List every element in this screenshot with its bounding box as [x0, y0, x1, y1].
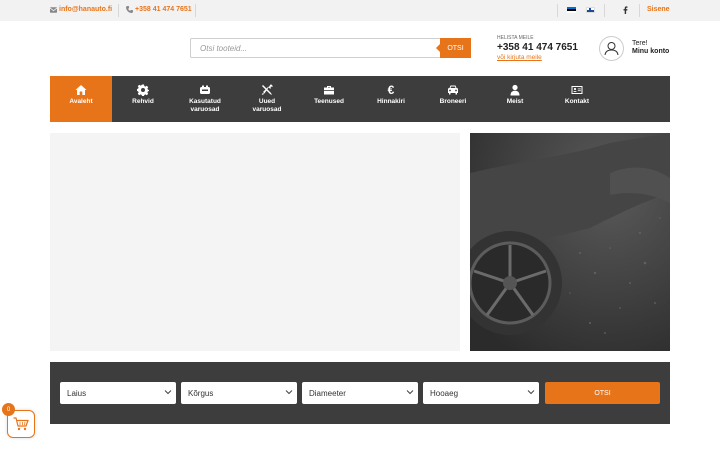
nav-item-label: Uued varuosad [252, 98, 282, 113]
nav-item-label: Teenused [314, 98, 344, 105]
select-value: Laius [67, 388, 87, 398]
chevron-down-icon [285, 390, 293, 395]
nav-item-rehvid[interactable]: Rehvid [112, 76, 174, 122]
season-select[interactable]: Hooaeg [423, 382, 539, 404]
user-icon [509, 83, 522, 96]
divider [118, 4, 119, 17]
contact-caption: HELISTA MEILE [497, 35, 534, 41]
finnish-flag-icon[interactable] [586, 7, 595, 13]
nav-item-meist[interactable]: Meist [484, 76, 546, 122]
cart-icon [13, 417, 29, 431]
main-nav: Avaleht Rehvid Kasutatud varuosad Uued v… [50, 76, 670, 122]
topbar-email-text[interactable]: info@hanauto.fi [59, 6, 112, 13]
chevron-down-icon [164, 390, 172, 395]
select-value: Diameeter [309, 388, 346, 398]
nav-item-label: Rehvid [132, 98, 154, 105]
estonian-flag-icon[interactable] [567, 7, 576, 13]
divider [557, 4, 558, 17]
search-bar: OTSI [190, 38, 471, 58]
nav-item-avaleht[interactable]: Avaleht [50, 76, 112, 122]
engine-icon [199, 83, 212, 96]
divider [195, 4, 196, 17]
chevron-down-icon [406, 390, 414, 395]
width-select[interactable]: Laius [60, 382, 176, 404]
topbar-phone-text[interactable]: +358 41 474 7651 [135, 6, 192, 13]
nav-item-teenused[interactable]: Teenused [298, 76, 360, 122]
home-icon [75, 83, 88, 96]
nav-item-kontakt[interactable]: Kontakt [546, 76, 608, 122]
height-select[interactable]: Kõrgus [181, 382, 297, 404]
login-link-text[interactable]: Sisene [647, 6, 670, 13]
divider [604, 4, 605, 17]
search-button[interactable]: OTSI [436, 38, 471, 58]
search-input[interactable] [191, 39, 441, 57]
topbar-email[interactable]: info@hanauto.fi [50, 6, 112, 13]
chevron-down-icon [527, 390, 535, 395]
account-link[interactable]: Minu konto [632, 48, 669, 55]
select-value: Hooaeg [430, 388, 459, 398]
nav-item-label: Kasutatud varuosad [189, 98, 221, 113]
topbar-phone[interactable]: +358 41 474 7651 [126, 6, 192, 13]
nav-item-hinnakiri[interactable]: € Hinnakiri [360, 76, 422, 122]
hero-slider-placeholder [50, 133, 460, 351]
nav-item-label: Meist [506, 98, 524, 105]
cart-count-badge: 0 [2, 403, 15, 416]
nav-item-label: Avaleht [69, 98, 93, 105]
tire-filter-bar: Laius Kõrgus Diameeter Hooaeg OTSI [50, 362, 670, 424]
filter-search-button[interactable]: OTSI [545, 382, 660, 404]
login-link[interactable]: Sisene [647, 6, 670, 13]
tools-icon [261, 83, 274, 96]
car-wash-image [470, 133, 670, 351]
select-value: Kõrgus [188, 388, 214, 398]
contact-phone[interactable]: +358 41 474 7651 [497, 42, 578, 53]
phone-icon [126, 6, 133, 13]
contact-card-icon [571, 83, 584, 96]
diameter-select[interactable]: Diameeter [302, 382, 418, 404]
nav-item-label: Kontakt [564, 98, 590, 105]
divider [639, 4, 640, 17]
euro-icon: € [387, 82, 395, 97]
top-bar: info@hanauto.fi +358 41 474 7651 Sisene [0, 0, 720, 21]
nav-item-uued-varuosad[interactable]: Uued varuosad [236, 76, 298, 122]
nav-item-label: Broneeri [439, 98, 467, 105]
facebook-icon[interactable] [623, 6, 628, 14]
nav-item-label: Hinnakiri [377, 98, 405, 105]
toolbox-icon [323, 83, 336, 96]
gear-icon [137, 83, 150, 96]
envelope-icon [50, 6, 57, 13]
account-user-icon[interactable] [599, 36, 624, 61]
account-greeting: Tere! [632, 40, 648, 47]
nav-item-broneeri[interactable]: Broneeri [422, 76, 484, 122]
contact-write-link[interactable]: või kirjuta meile [497, 54, 542, 61]
car-icon [447, 83, 460, 96]
nav-item-kasutatud-varuosad[interactable]: Kasutatud varuosad [174, 76, 236, 122]
